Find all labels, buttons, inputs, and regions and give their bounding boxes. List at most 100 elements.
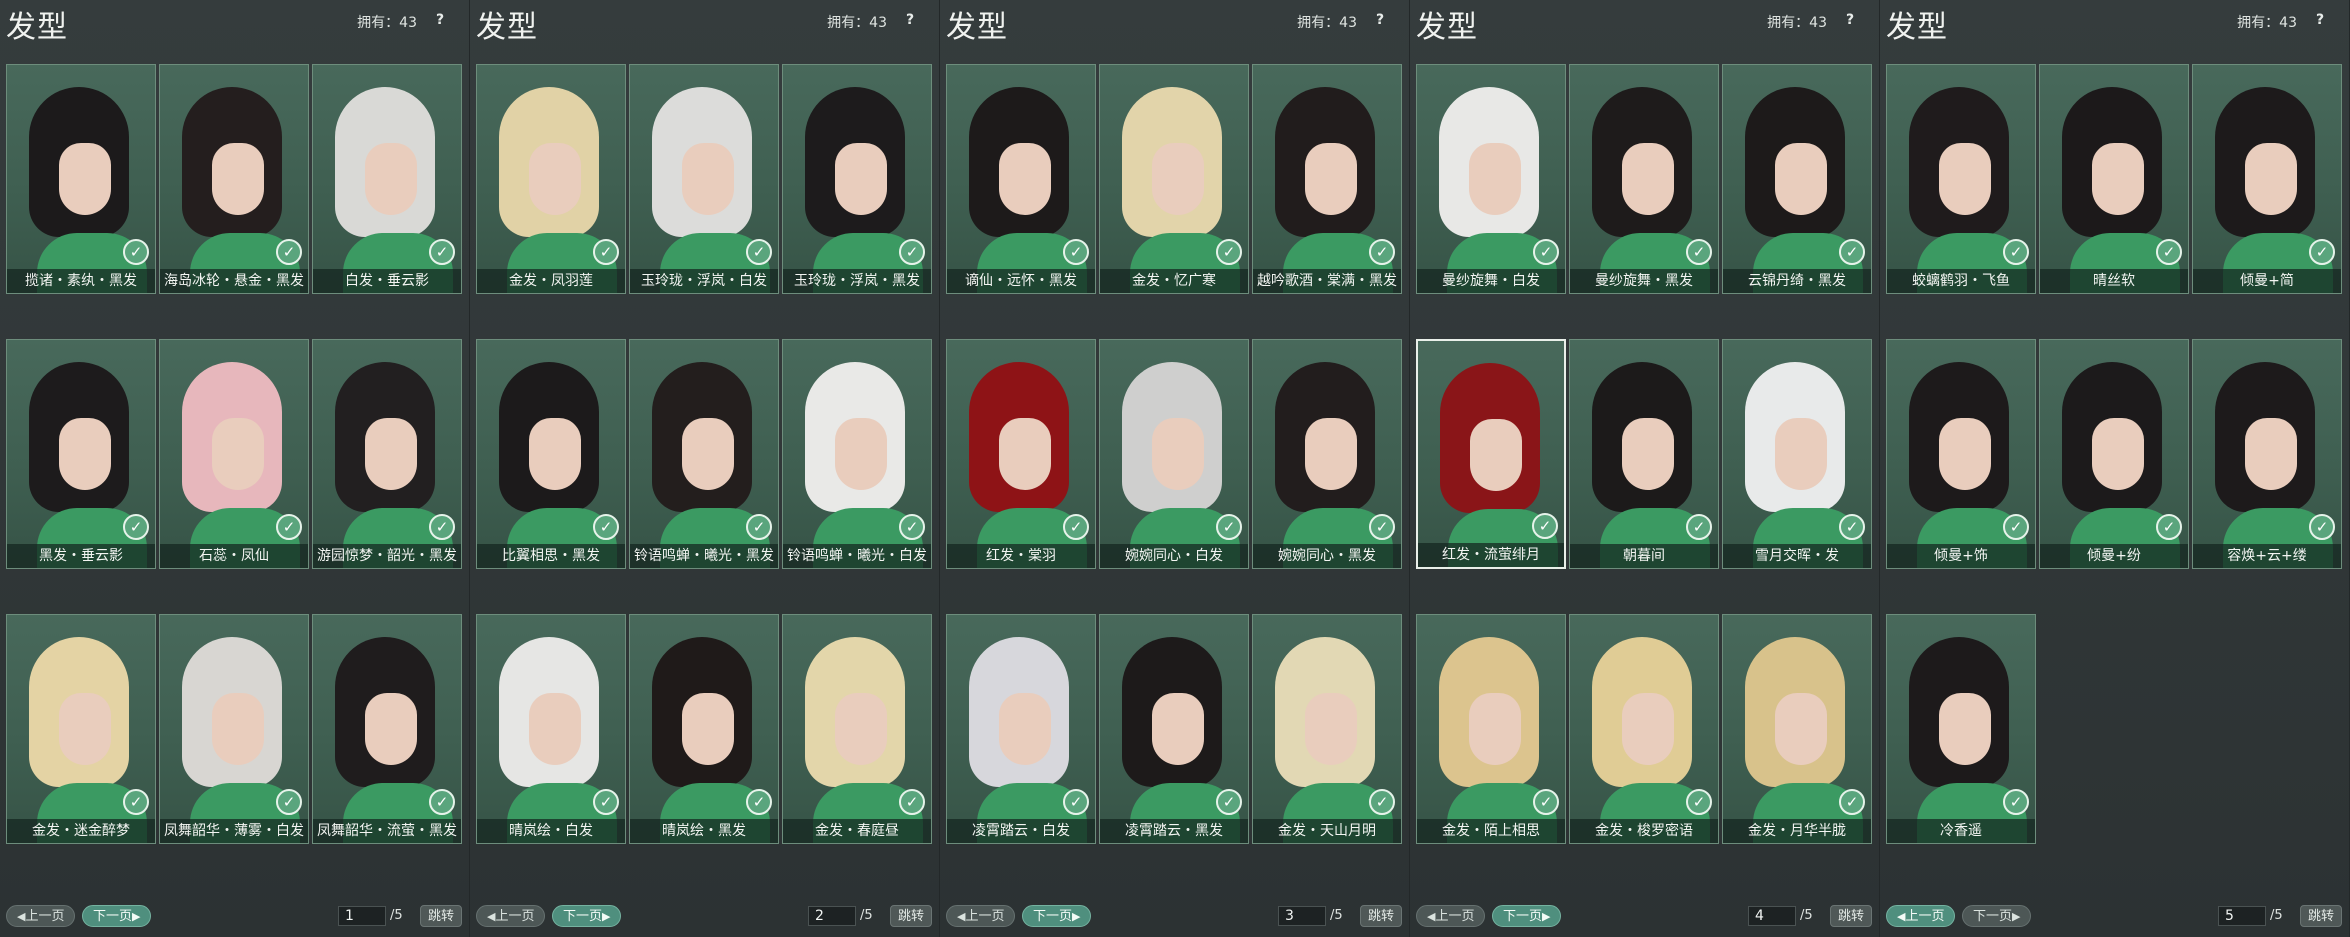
next-page-label: 下一页	[1973, 909, 2013, 924]
help-icon[interactable]: ?	[2309, 9, 2331, 31]
owned-check-icon: ✓	[276, 514, 302, 540]
face-preview	[682, 418, 734, 490]
hairstyle-name: 揽诸・素纨・黑发	[7, 269, 155, 293]
hairstyle-card[interactable]: ✓ 婉婉同心・黑发	[1252, 339, 1402, 569]
chevron-right-icon: ▶	[1542, 910, 1551, 923]
next-page-button[interactable]: 下一页▶	[82, 905, 152, 927]
hairstyle-card[interactable]: ✓ 石蕊・凤仙	[159, 339, 309, 569]
jump-button[interactable]: 跳转	[1360, 905, 1402, 927]
hairstyle-card[interactable]: ✓ 倾曼+饰	[1886, 339, 2036, 569]
next-page-button[interactable]: 下一页▶	[1022, 905, 1092, 927]
page-total: /5	[390, 908, 403, 923]
hairstyle-name: 婉婉同心・黑发	[1253, 544, 1401, 568]
hairstyle-card[interactable]: ✓ 越吟歌酒・棠满・黑发	[1252, 64, 1402, 294]
owned-check-icon: ✓	[2003, 239, 2029, 265]
next-page-button[interactable]: 下一页▶	[1492, 905, 1562, 927]
hairstyle-card[interactable]: ✓ 金发・月华半胧	[1722, 614, 1872, 844]
owned-check-icon: ✓	[1686, 789, 1712, 815]
face-preview	[999, 418, 1051, 490]
jump-button[interactable]: 跳转	[420, 905, 462, 927]
hairstyle-card[interactable]: ✓ 铃语鸣蝉・曦光・黑发	[629, 339, 779, 569]
hairstyle-card[interactable]: ✓ 白发・垂云影	[312, 64, 462, 294]
help-icon[interactable]: ?	[1369, 9, 1391, 31]
hairstyle-card[interactable]: ✓ 冷香遥	[1886, 614, 2036, 844]
face-preview	[1470, 419, 1522, 491]
hairstyle-card[interactable]: ✓ 凤舞韶华・流萤・黑发	[312, 614, 462, 844]
hairstyle-card[interactable]: ✓ 金发・迷金醉梦	[6, 614, 156, 844]
hairstyle-card[interactable]: ✓ 金发・凤羽莲	[476, 64, 626, 294]
hairstyle-card[interactable]: ✓ 金发・梭罗密语	[1569, 614, 1719, 844]
owned-check-icon: ✓	[1533, 239, 1559, 265]
hairstyle-card[interactable]: ✓ 玉玲珑・浮岚・白发	[629, 64, 779, 294]
jump-button[interactable]: 跳转	[1830, 905, 1872, 927]
hairstyle-card[interactable]: ✓ 婉婉同心・白发	[1099, 339, 1249, 569]
hairstyle-card[interactable]: ✓ 凌霄踏云・白发	[946, 614, 1096, 844]
next-page-button[interactable]: 下一页▶	[552, 905, 622, 927]
hairstyle-card[interactable]: ✓ 容焕+云+缕	[2192, 339, 2342, 569]
prev-page-button[interactable]: ◀上一页	[6, 905, 76, 927]
owned-check-icon: ✓	[2156, 239, 2182, 265]
face-preview	[1775, 418, 1827, 490]
owned-check-icon: ✓	[276, 789, 302, 815]
face-preview	[212, 693, 264, 765]
hairstyle-card[interactable]: ✓ 云锦丹绮・黑发	[1722, 64, 1872, 294]
page-number-input[interactable]: 4	[1748, 906, 1796, 926]
hairstyle-name: 金发・陌上相思	[1417, 819, 1565, 843]
hairstyle-card[interactable]: ✓ 金发・天山月明	[1252, 614, 1402, 844]
hairstyle-card[interactable]: ✓ 蛟螭鹤羽・飞鱼	[1886, 64, 2036, 294]
hairstyle-name: 朝暮间	[1570, 544, 1718, 568]
hairstyle-card[interactable]: ✓ 金发・春庭昼	[782, 614, 932, 844]
hairstyle-name: 倾曼+纷	[2040, 544, 2188, 568]
hairstyle-card[interactable]: ✓ 曼纱旋舞・白发	[1416, 64, 1566, 294]
face-preview	[835, 418, 887, 490]
help-icon[interactable]: ?	[429, 9, 451, 31]
hairstyle-card[interactable]: ✓ 玉玲珑・浮岚・黑发	[782, 64, 932, 294]
hairstyle-card[interactable]: ✓ 凌霄踏云・黑发	[1099, 614, 1249, 844]
hairstyle-card[interactable]: ✓ 雪月交晖・发	[1722, 339, 1872, 569]
page-number-input[interactable]: 5	[2218, 906, 2266, 926]
pagination-bar: ◀上一页 下一页▶ 4 /5 跳转	[1410, 903, 1879, 931]
owned-check-icon: ✓	[1369, 789, 1395, 815]
owned-check-icon: ✓	[1063, 239, 1089, 265]
hairstyle-card[interactable]: ✓ 晴岚绘・黑发	[629, 614, 779, 844]
hairstyle-card[interactable]: ✓ 红发・流萤绯月	[1416, 339, 1566, 569]
hairstyle-card[interactable]: ✓ 倾曼+纷	[2039, 339, 2189, 569]
hairstyle-card[interactable]: ✓ 晴丝软	[2039, 64, 2189, 294]
page-number-input[interactable]: 3	[1278, 906, 1326, 926]
prev-page-button[interactable]: ◀上一页	[476, 905, 546, 927]
hairstyle-name: 铃语鸣蝉・曦光・白发	[783, 544, 931, 568]
jump-button[interactable]: 跳转	[2300, 905, 2342, 927]
face-preview	[1622, 143, 1674, 215]
hairstyle-name: 云锦丹绮・黑发	[1723, 269, 1871, 293]
hairstyle-card[interactable]: ✓ 凤舞韶华・薄雾・白发	[159, 614, 309, 844]
page-number-input[interactable]: 2	[808, 906, 856, 926]
hairstyle-card[interactable]: ✓ 朝暮间	[1569, 339, 1719, 569]
face-preview	[59, 693, 111, 765]
pagination-bar: ◀上一页 下一页▶ 1 /5 跳转	[0, 903, 469, 931]
hairstyle-card[interactable]: ✓ 黑发・垂云影	[6, 339, 156, 569]
hairstyle-card[interactable]: ✓ 金发・忆广寒	[1099, 64, 1249, 294]
face-preview	[1152, 143, 1204, 215]
hairstyle-card[interactable]: ✓ 倾曼+简	[2192, 64, 2342, 294]
help-icon[interactable]: ?	[1839, 9, 1861, 31]
hairstyle-card[interactable]: ✓ 揽诸・素纨・黑发	[6, 64, 156, 294]
prev-page-button[interactable]: ◀上一页	[1416, 905, 1486, 927]
chevron-right-icon: ▶	[602, 910, 611, 923]
owned-check-icon: ✓	[1369, 514, 1395, 540]
hairstyle-card[interactable]: ✓ 晴岚绘・白发	[476, 614, 626, 844]
hairstyle-panel-3: 发型 拥有：43 ? ✓ 谪仙・远怀・黑发 ✓ 金发・忆广寒 ✓ 越吟歌酒・棠满…	[940, 0, 1410, 937]
hairstyle-card[interactable]: ✓ 曼纱旋舞・黑发	[1569, 64, 1719, 294]
hairstyle-card[interactable]: ✓ 游园惊梦・韶光・黑发	[312, 339, 462, 569]
hairstyle-card[interactable]: ✓ 金发・陌上相思	[1416, 614, 1566, 844]
hairstyle-card[interactable]: ✓ 比翼相思・黑发	[476, 339, 626, 569]
prev-page-button[interactable]: ◀上一页	[946, 905, 1016, 927]
help-icon[interactable]: ?	[899, 9, 921, 31]
hairstyle-card[interactable]: ✓ 铃语鸣蝉・曦光・白发	[782, 339, 932, 569]
jump-button[interactable]: 跳转	[890, 905, 932, 927]
prev-page-button[interactable]: ◀上一页	[1886, 905, 1956, 927]
hairstyle-card[interactable]: ✓ 海岛冰轮・悬金・黑发	[159, 64, 309, 294]
next-page-button[interactable]: 下一页▶	[1962, 905, 2032, 927]
page-number-input[interactable]: 1	[338, 906, 386, 926]
hairstyle-card[interactable]: ✓ 红发・棠羽	[946, 339, 1096, 569]
hairstyle-card[interactable]: ✓ 谪仙・远怀・黑发	[946, 64, 1096, 294]
